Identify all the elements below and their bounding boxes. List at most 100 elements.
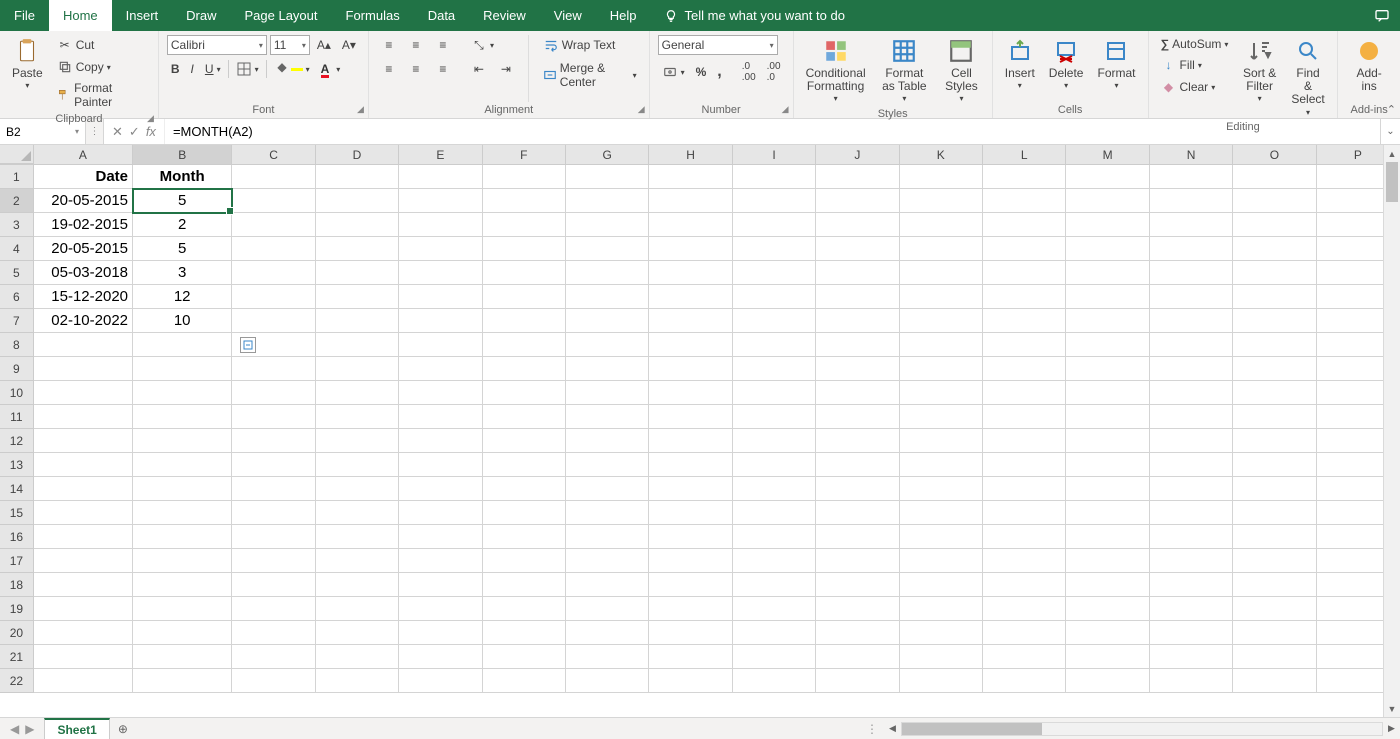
tab-help[interactable]: Help [596,0,651,31]
tab-data[interactable]: Data [414,0,469,31]
cell[interactable] [900,381,983,405]
cell[interactable] [232,429,315,453]
font-size-combo[interactable]: 11▾ [270,35,310,55]
cell[interactable] [1066,285,1149,309]
cell[interactable] [399,597,482,621]
enter-formula-button[interactable]: ✓ [129,124,140,140]
row-header[interactable]: 19 [0,597,34,621]
cell[interactable] [1233,669,1316,693]
tab-review[interactable]: Review [469,0,540,31]
cell[interactable] [649,309,732,333]
cell[interactable] [1066,381,1149,405]
cell[interactable] [733,285,816,309]
decrease-indent-button[interactable]: ⇤ [467,59,491,79]
row-header[interactable]: 14 [0,477,34,501]
cell[interactable] [816,405,899,429]
format-painter-button[interactable]: Format Painter [53,79,150,111]
cell[interactable] [232,669,315,693]
cell[interactable] [900,453,983,477]
cell[interactable] [649,165,732,189]
cell[interactable] [816,261,899,285]
sheet-tab[interactable]: Sheet1 [44,718,109,739]
row-header[interactable]: 20 [0,621,34,645]
cell[interactable] [816,381,899,405]
cell[interactable] [649,261,732,285]
cell[interactable] [1150,501,1233,525]
cell[interactable] [566,621,649,645]
cell[interactable] [733,573,816,597]
cell[interactable] [1066,549,1149,573]
cell[interactable] [1233,285,1316,309]
cell[interactable] [566,285,649,309]
cell[interactable] [1066,237,1149,261]
cell[interactable] [399,501,482,525]
cell[interactable] [649,357,732,381]
cell[interactable] [733,549,816,573]
cell[interactable] [816,333,899,357]
cell[interactable] [733,429,816,453]
cell[interactable] [316,237,399,261]
cell[interactable]: Month [133,165,232,189]
cell[interactable] [649,549,732,573]
column-header[interactable]: G [566,145,649,164]
decrease-decimal-button[interactable]: .00.0 [763,59,785,85]
cell[interactable] [816,213,899,237]
cell[interactable] [316,645,399,669]
tab-view[interactable]: View [540,0,596,31]
horizontal-scroll-thumb[interactable] [902,723,1042,735]
cell[interactable] [900,621,983,645]
cell[interactable] [733,189,816,213]
tab-page-layout[interactable]: Page Layout [231,0,332,31]
cell[interactable] [399,621,482,645]
cell[interactable] [733,477,816,501]
tab-formulas[interactable]: Formulas [332,0,414,31]
cell[interactable] [483,549,566,573]
cell-styles-button[interactable]: Cell Styles▾ [939,35,984,106]
cell[interactable] [900,525,983,549]
wrap-text-button[interactable]: Wrap Text [539,35,641,55]
cell[interactable] [232,453,315,477]
cell[interactable] [399,477,482,501]
cell[interactable] [649,189,732,213]
cell[interactable] [1150,213,1233,237]
cell[interactable] [232,261,315,285]
cell[interactable] [399,645,482,669]
cell[interactable] [649,597,732,621]
cell[interactable] [1066,573,1149,597]
cell[interactable] [816,597,899,621]
conditional-formatting-button[interactable]: Conditional Formatting▾ [802,35,870,106]
cell[interactable] [232,237,315,261]
font-name-combo[interactable]: Calibri▾ [167,35,267,55]
cell[interactable] [316,525,399,549]
cell[interactable] [733,261,816,285]
cell[interactable] [1066,669,1149,693]
cell[interactable] [983,333,1066,357]
cell[interactable] [483,477,566,501]
cell[interactable] [316,381,399,405]
cell[interactable] [399,573,482,597]
cell[interactable] [483,645,566,669]
column-header[interactable]: D [316,145,399,164]
horizontal-scrollbar[interactable]: ⋮ ◀ ▶ [860,718,1400,739]
tab-draw[interactable]: Draw [172,0,230,31]
cell[interactable] [1066,477,1149,501]
column-header[interactable]: A [34,145,133,164]
scroll-right-button[interactable]: ▶ [1383,720,1400,737]
row-header[interactable]: 2 [0,189,34,213]
cell[interactable] [983,621,1066,645]
italic-button[interactable]: I [187,60,198,78]
number-format-combo[interactable]: General▾ [658,35,778,55]
cell[interactable] [232,285,315,309]
cell[interactable] [316,621,399,645]
comma-format-button[interactable]: , [713,61,725,83]
row-header[interactable]: 12 [0,429,34,453]
row-header[interactable]: 17 [0,549,34,573]
cell[interactable] [232,621,315,645]
cell[interactable] [816,285,899,309]
cell[interactable] [1150,621,1233,645]
cell[interactable] [34,549,133,573]
cell[interactable] [900,597,983,621]
cell[interactable] [983,525,1066,549]
cell[interactable] [1150,405,1233,429]
cell[interactable] [399,165,482,189]
